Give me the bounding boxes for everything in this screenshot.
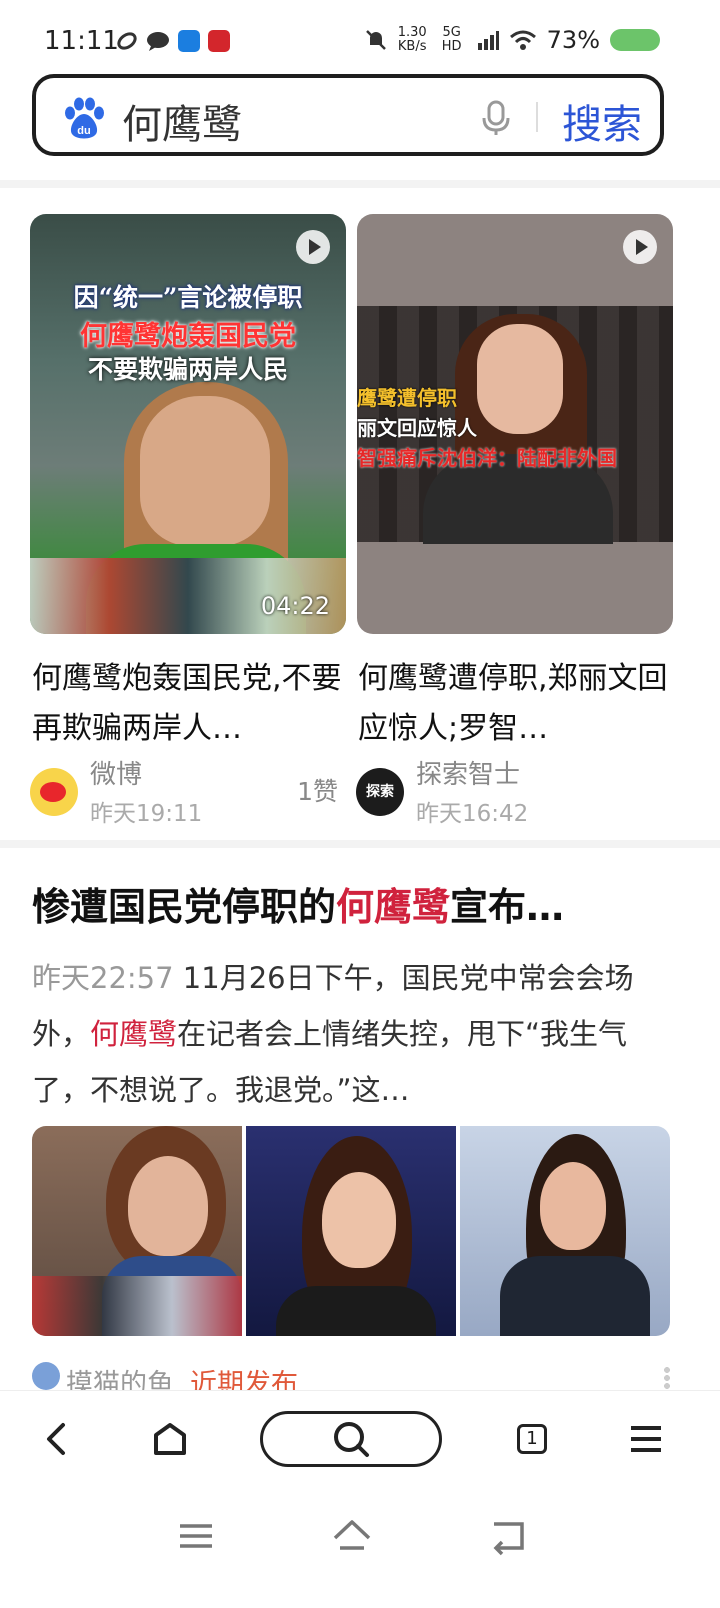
net-speed: 1.30 KB/s: [398, 26, 427, 54]
net-speed-unit: KB/s: [397, 39, 427, 54]
play-icon[interactable]: [296, 230, 330, 264]
article-snippet[interactable]: 昨天22:57 11月26日下午，国民党中常会会场外，何鹰鹭在记者会上情绪失控，…: [32, 950, 652, 1118]
tab-count: 1: [517, 1424, 547, 1454]
status-right: 1.30 KB/s 5G HD 73%: [364, 26, 660, 54]
chat-icon: [147, 32, 169, 51]
link-icon: [117, 32, 137, 50]
overlay-caption: 不要欺骗两岸人民: [87, 355, 288, 384]
overlay-caption: 因“统一”言论被停职: [73, 283, 303, 312]
video-duration: 04:22: [260, 592, 330, 620]
recent-tag: 近期发布: [190, 1369, 298, 1390]
source-name[interactable]: 探索智士: [416, 754, 520, 791]
battery-icon: [610, 29, 660, 51]
home-icon: [154, 1423, 186, 1455]
video-thumbnail-1[interactable]: 因“统一”言论被停职 何鹰鹭炮轰国民党 不要欺骗两岸人民 04:22: [30, 214, 346, 634]
overlay-caption: 何鹰鹭炮轰国民党: [80, 321, 296, 352]
article-title-highlight: 何鹰鹭: [336, 885, 451, 929]
search-icon: [334, 1422, 369, 1457]
search-divider: [536, 102, 538, 132]
weibo-avatar-icon[interactable]: [30, 768, 78, 816]
article-time: 昨天22:57: [32, 961, 174, 995]
source-name[interactable]: 摸猫的鱼: [66, 1369, 174, 1390]
search-input[interactable]: 何鹰鹭: [122, 92, 242, 150]
more-options-icon[interactable]: [664, 1366, 670, 1390]
browser-toolbar: 1: [0, 1390, 720, 1489]
menu-icon: [631, 1426, 661, 1452]
mute-icon: [365, 30, 386, 50]
video-title-1[interactable]: 何鹰鹭炮轰国民党,不要再欺骗两岸人…: [32, 654, 342, 754]
play-icon[interactable]: [623, 230, 657, 264]
article-highlight: 何鹰鹭: [90, 1017, 178, 1051]
article-image[interactable]: [32, 1126, 242, 1336]
source-avatar-icon[interactable]: [32, 1362, 60, 1390]
tabs-button[interactable]: 1: [514, 1411, 550, 1467]
net-speed-value: 1.30: [397, 25, 427, 40]
search-bar[interactable]: du 何鹰鹭 搜索: [32, 74, 664, 156]
publish-time: 昨天19:11: [90, 801, 203, 827]
back-icon: [47, 1423, 65, 1455]
source-name[interactable]: 微博: [90, 754, 142, 791]
signal-label: 5G HD: [441, 25, 462, 54]
publish-time: 昨天16:42: [416, 801, 529, 827]
toolbar-search-button[interactable]: [260, 1411, 442, 1467]
article-images[interactable]: [32, 1126, 670, 1336]
status-time: 11:11: [44, 26, 119, 56]
app-red-icon: [208, 30, 230, 52]
overlay-caption: 鹰鹭遭停职: [357, 386, 457, 410]
menu-button[interactable]: [628, 1411, 664, 1467]
overlay-caption: 丽文回应惊人: [357, 416, 477, 440]
search-button[interactable]: 搜索: [562, 92, 642, 150]
video-title-2[interactable]: 何鹰鹭遭停职,郑丽文回应惊人;罗智…: [358, 654, 668, 754]
article-title-prefix: 惨遭国民党停职的: [32, 885, 337, 929]
section-separator: [0, 180, 720, 188]
home-button[interactable]: [148, 1411, 192, 1467]
system-home-icon[interactable]: [332, 1516, 372, 1556]
notification-icons: [116, 30, 230, 52]
svg-text:du: du: [77, 125, 90, 137]
article-title-suffix: 宣布…: [450, 885, 565, 929]
signal-bars-icon: [477, 31, 499, 50]
article-footer: 摸猫的鱼 近期发布: [32, 1362, 682, 1390]
article-image[interactable]: [246, 1126, 456, 1336]
video-meta-2: 探索 探索智士 昨天16:42: [356, 752, 672, 827]
section-separator: [0, 840, 720, 848]
battery-percent: 73%: [546, 26, 600, 54]
baidu-paw-icon: du: [65, 97, 104, 139]
back-button[interactable]: [36, 1411, 76, 1467]
source-avatar[interactable]: 探索: [356, 768, 404, 816]
recents-icon[interactable]: [176, 1516, 216, 1556]
system-back-icon[interactable]: [488, 1516, 528, 1556]
article-image[interactable]: [460, 1126, 670, 1336]
wifi-icon: [509, 30, 536, 50]
article-title[interactable]: 惨遭国民党停职的何鹰鹭宣布…: [32, 876, 564, 931]
like-count: 1赞: [297, 777, 338, 806]
system-navigation: [0, 1488, 720, 1608]
app-blue-icon: [178, 30, 200, 52]
video-meta-1: 微博 昨天19:11 1赞: [30, 752, 346, 827]
video-thumbnail-2[interactable]: 鹰鹭遭停职 丽文回应惊人 智强痛斥沈伯洋：陆配非外国: [357, 214, 673, 634]
microphone-icon[interactable]: [480, 100, 512, 136]
overlay-caption: 智强痛斥沈伯洋：陆配非外国: [357, 446, 617, 470]
